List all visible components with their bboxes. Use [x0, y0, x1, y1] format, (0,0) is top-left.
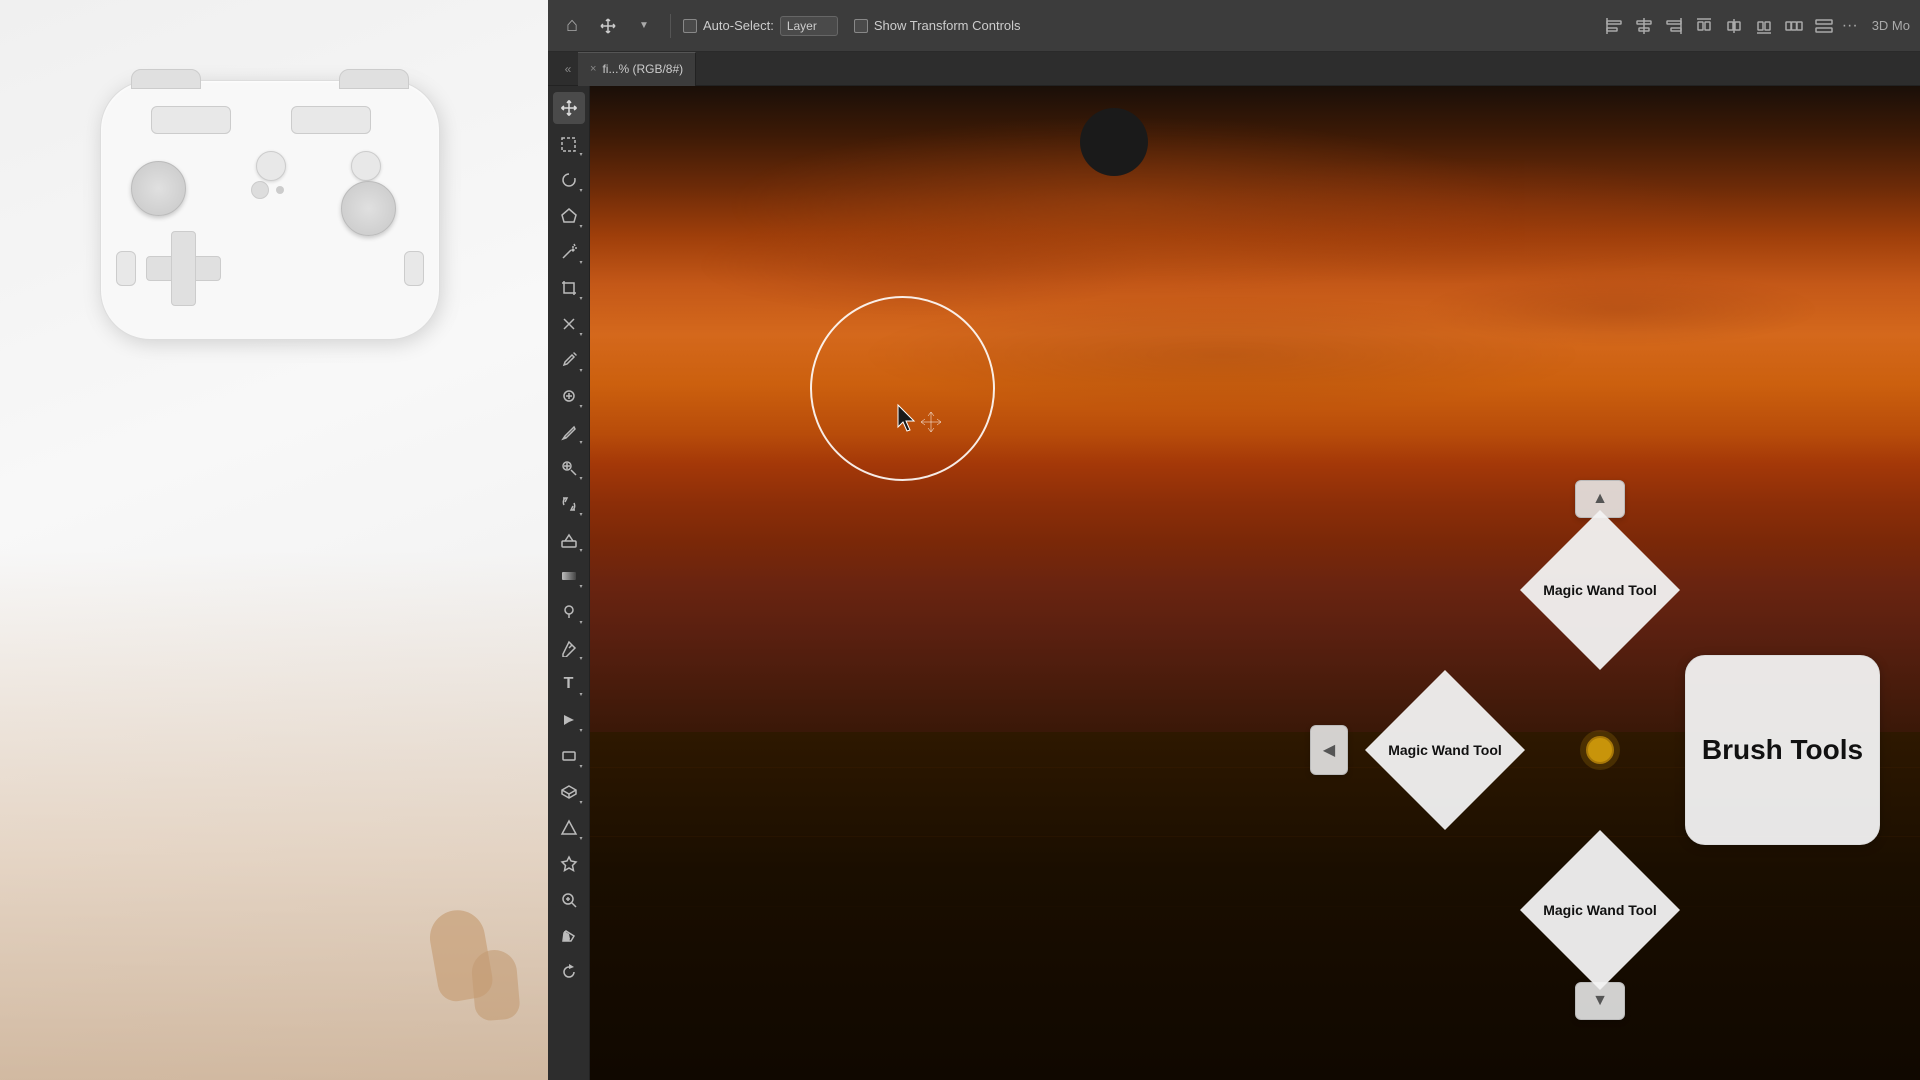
auto-select-group: Auto-Select: Layer [683, 16, 838, 36]
more-align-icon[interactable] [1812, 14, 1836, 38]
tool-3d[interactable]: ▾ [553, 776, 585, 808]
toolbar-divider-1 [670, 14, 671, 38]
tool-hand[interactable] [553, 920, 585, 952]
align-center-icon[interactable] [1632, 14, 1656, 38]
panel-collapse-btn[interactable]: « [558, 52, 578, 86]
show-transform-checkbox[interactable] [854, 19, 868, 33]
tool-healing[interactable]: ▾ [553, 380, 585, 412]
move-tool-dropdown[interactable]: ▼ [630, 12, 658, 40]
radial-menu-container: ▲ ▼ ◀ Magic Wand Tool [1310, 480, 1890, 1020]
align-right-icon[interactable] [1662, 14, 1686, 38]
tool-clone[interactable]: ▾ [553, 452, 585, 484]
tool-path-selection[interactable]: ▾ [553, 704, 585, 736]
canvas-area: ▲ ▼ ◀ Magic Wand Tool [590, 86, 1920, 1080]
photoshop-panel: ⌂ ▼ Auto-Select: Layer Show Transform Co… [548, 0, 1920, 1080]
tool-pen[interactable]: ▾ [553, 632, 585, 664]
tool-poly-lasso[interactable]: ▾ [553, 200, 585, 232]
radial-menu-right[interactable]: Brush Tools [1685, 655, 1880, 845]
tool-lasso[interactable]: ▾ [553, 164, 585, 196]
document-tab[interactable]: × fi...% (RGB/8#) [578, 52, 696, 86]
move-tool-icon[interactable] [594, 12, 622, 40]
distribute-space-icon[interactable] [1782, 14, 1806, 38]
more-options-icon[interactable]: ··· [1842, 17, 1858, 35]
tab-close-icon[interactable]: × [590, 63, 596, 75]
controller [100, 80, 440, 340]
tool-custom-shape[interactable] [553, 848, 585, 880]
tool-gradient[interactable]: ▾ [553, 560, 585, 592]
radial-menu-top[interactable]: Magic Wand Tool [1520, 510, 1680, 670]
auto-select-checkbox[interactable] [683, 19, 697, 33]
tool-crop[interactable]: ▾ [553, 272, 585, 304]
main-toolbar: ⌂ ▼ Auto-Select: Layer Show Transform Co… [548, 0, 1920, 52]
tools-panel: ▾ ▾ ▾ [548, 86, 590, 1080]
radial-menu-bottom[interactable]: Magic Wand Tool [1520, 830, 1680, 990]
tool-zoom[interactable] [553, 884, 585, 916]
radial-menu-left-arrow[interactable]: ◀ [1310, 725, 1348, 775]
home-icon[interactable]: ⌂ [558, 12, 586, 40]
tool-marquee[interactable]: ▾ [553, 128, 585, 160]
tool-slice[interactable]: ▾ [553, 308, 585, 340]
tool-dodge[interactable]: ▾ [553, 596, 585, 628]
auto-select-label: Auto-Select: [703, 18, 774, 33]
align-left-icon[interactable] [1602, 14, 1626, 38]
tool-history-brush[interactable]: ▾ [553, 488, 585, 520]
tab-title: fi...% (RGB/8#) [602, 62, 683, 76]
layer-dropdown[interactable]: Layer [780, 16, 838, 36]
tool-shape[interactable]: ▾ [553, 740, 585, 772]
left-panel [0, 0, 548, 1080]
toolbar-right-icons: ··· 3D Mo [1602, 14, 1910, 38]
tool-rotate[interactable] [553, 956, 585, 988]
tool-move[interactable] [553, 92, 585, 124]
tool-eraser[interactable]: ▾ [553, 524, 585, 556]
tool-type[interactable]: T ▾ [553, 668, 585, 700]
tool-magic-wand[interactable]: ▾ [553, 236, 585, 268]
mode-label: 3D Mo [1872, 18, 1910, 33]
show-transform-label: Show Transform Controls [874, 18, 1021, 33]
tool-brush[interactable]: ▾ [553, 416, 585, 448]
distribute-bottom-icon[interactable] [1752, 14, 1776, 38]
cursor-icon-dark [1080, 108, 1148, 176]
tool-triangle[interactable]: ▾ [553, 812, 585, 844]
distribute-center-icon[interactable] [1722, 14, 1746, 38]
radial-menu-center [1586, 736, 1614, 764]
distribute-top-icon[interactable] [1692, 14, 1716, 38]
show-transform-group: Show Transform Controls [854, 18, 1021, 33]
tab-bar: « × fi...% (RGB/8#) [548, 52, 1920, 86]
radial-menu-left[interactable]: Magic Wand Tool [1365, 670, 1525, 830]
main-area: ▾ ▾ ▾ [548, 86, 1920, 1080]
tool-eyedropper[interactable]: ▾ [553, 344, 585, 376]
